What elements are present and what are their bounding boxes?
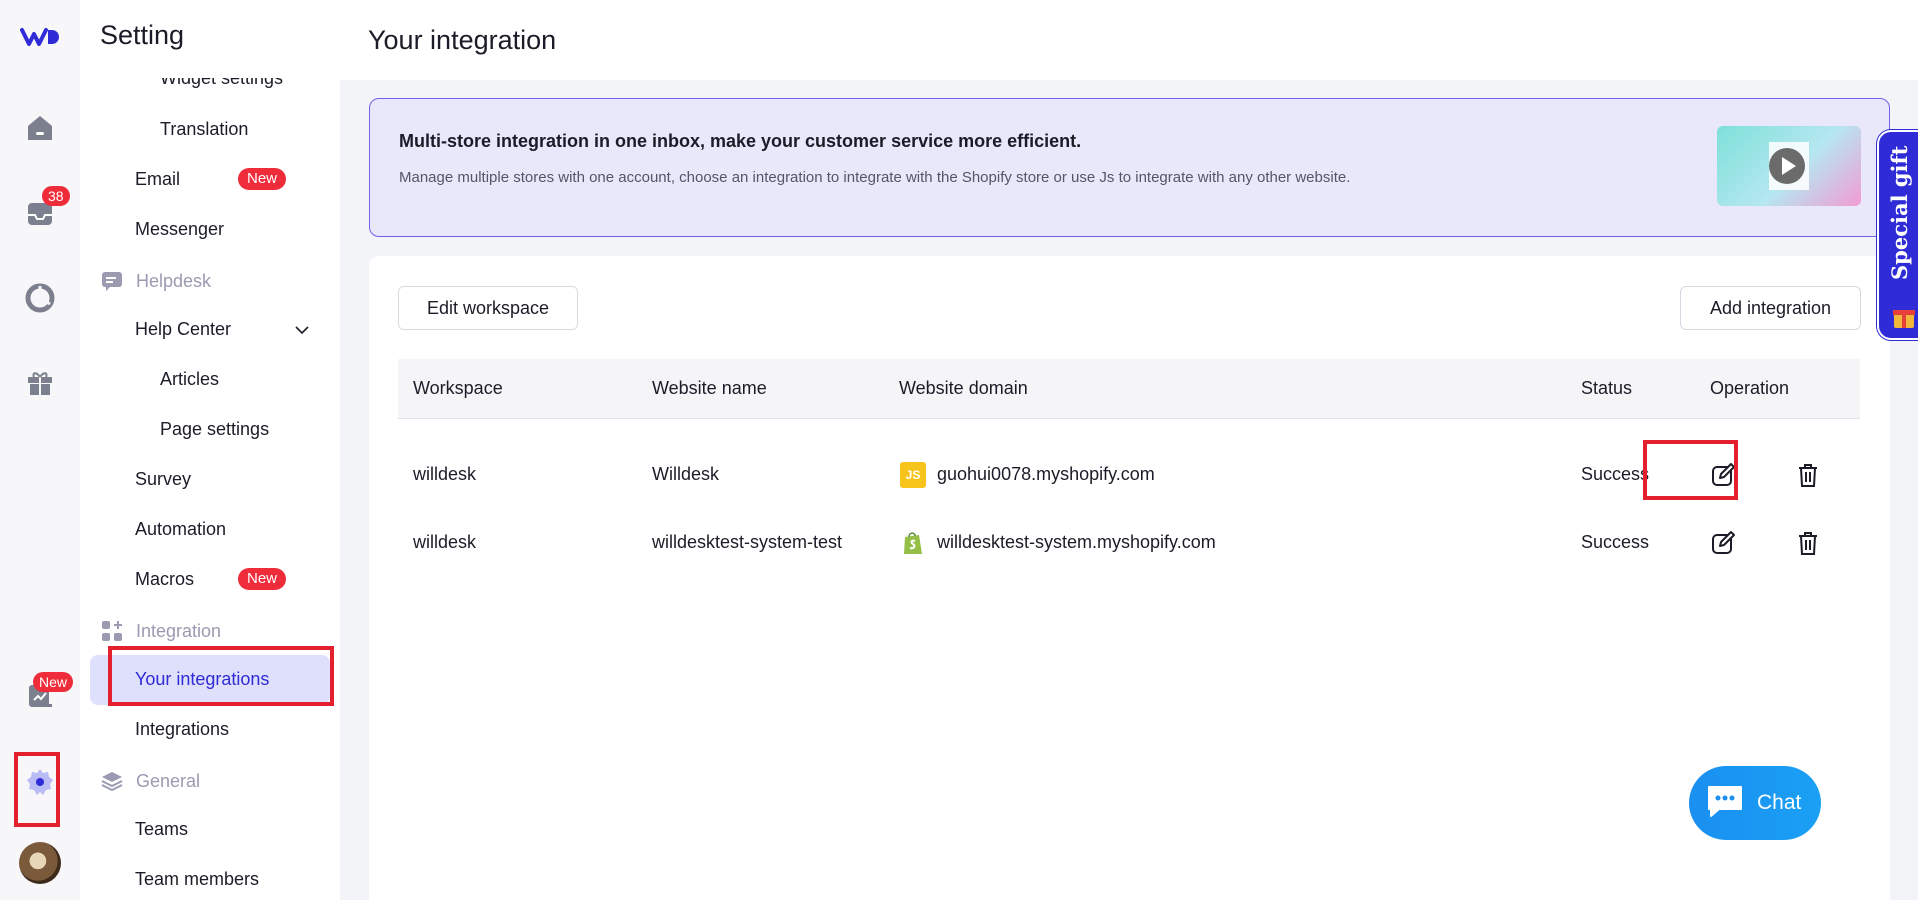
edit-workspace-button[interactable]: Edit workspace [398, 286, 578, 330]
cell-workspace: willdesk [413, 532, 477, 552]
sidebar-item-team-members[interactable]: Team members [135, 869, 259, 890]
header-website-name: Website name [652, 378, 767, 398]
video-thumbnail[interactable] [1717, 126, 1861, 206]
sidebar-title: Setting [100, 20, 185, 50]
your-integrations-highlight [108, 646, 334, 706]
delete-icon[interactable] [1795, 530, 1821, 556]
banner-title: Multi-store integration in one inbox, ma… [399, 131, 1082, 151]
gift-icon[interactable] [20, 363, 60, 403]
sidebar-item-widget-settings[interactable]: Widget settings [160, 78, 283, 89]
shopify-icon [904, 532, 922, 554]
table-row: willdesk willdesktest-system-test willde… [398, 511, 1860, 579]
chevron-down-icon[interactable] [294, 322, 310, 338]
sidebar-item-translation[interactable]: Translation [160, 119, 248, 140]
sidebar-item-survey[interactable]: Survey [135, 469, 191, 490]
sidebar-item-page-settings[interactable]: Page settings [160, 419, 269, 440]
section-helpdesk-label: Helpdesk [136, 270, 212, 291]
chat-label: Chat [1757, 791, 1802, 814]
sidebar-item-articles[interactable]: Articles [160, 369, 219, 390]
header-operation: Operation [1710, 378, 1790, 398]
sidebar-item-messenger[interactable]: Messenger [135, 219, 224, 240]
edit-icon[interactable] [1710, 530, 1736, 556]
cell-workspace: willdesk [413, 464, 477, 484]
chat-widget-button[interactable]: Chat [1689, 766, 1821, 840]
settings-highlight [14, 752, 60, 827]
promo-banner: Multi-store integration in one inbox, ma… [369, 98, 1890, 237]
header-workspace: Workspace [413, 378, 503, 398]
play-icon[interactable] [1769, 148, 1805, 184]
cell-status: Success [1581, 464, 1650, 484]
cell-website-domain: willdesktest-system.myshopify.com [937, 532, 1216, 552]
integration-icon [102, 621, 122, 641]
banner-description: Manage multiple stores with one account,… [399, 169, 1351, 186]
delete-icon[interactable] [1795, 462, 1821, 488]
table-row: willdesk Willdesk JS guohui0078.myshopif… [398, 443, 1860, 511]
cell-status: Success [1581, 532, 1650, 552]
top-bar: Your integration [340, 0, 1918, 80]
avatar[interactable] [19, 842, 61, 884]
sidebar-item-integrations[interactable]: Integrations [135, 719, 229, 740]
special-gift-tab[interactable]: Special gift [1877, 130, 1918, 340]
cell-website-name: willdesktest-system-test [652, 532, 843, 552]
sidebar-item-email[interactable]: Email [135, 169, 180, 190]
email-new-badge: New [238, 168, 287, 190]
section-general: General [100, 769, 200, 793]
js-icon: JS [900, 462, 926, 488]
section-helpdesk: Helpdesk [100, 269, 211, 293]
layers-icon [101, 772, 123, 792]
header-website-domain: Website domain [899, 378, 1028, 398]
willdesk-logo-icon[interactable] [20, 16, 60, 56]
helpdesk-icon [102, 272, 122, 291]
page-title: Your integration [368, 25, 557, 55]
sidebar-item-automation[interactable]: Automation [135, 519, 226, 540]
section-integration: Integration [100, 619, 221, 643]
icon-rail: 38 New [0, 0, 80, 900]
special-gift-label: Special gift [1887, 145, 1912, 280]
table-header: Workspace Website name Website domain St… [398, 359, 1860, 419]
edit-highlight [1643, 440, 1738, 500]
macros-new-badge: New [238, 568, 287, 590]
settings-sidebar: Setting Widget settings Translation Emai… [80, 0, 340, 900]
analytics-icon[interactable] [20, 278, 60, 318]
header-status: Status [1581, 378, 1633, 398]
cell-website-name: Willdesk [652, 464, 720, 484]
sidebar-item-help-center[interactable]: Help Center [135, 319, 231, 340]
chat-bubble-icon [1708, 786, 1742, 817]
main-content: Your integration Multi-store integration… [340, 0, 1918, 900]
section-integration-label: Integration [136, 620, 222, 641]
sidebar-item-macros[interactable]: Macros [135, 569, 194, 590]
add-integration-button[interactable]: Add integration [1680, 286, 1861, 330]
cell-website-domain: guohui0078.myshopify.com [937, 464, 1155, 484]
gift-box-icon [1893, 310, 1915, 328]
section-general-label: General [136, 770, 201, 791]
integration-card: Edit workspace Add integration Workspace… [369, 256, 1890, 900]
home-icon[interactable] [20, 108, 60, 148]
reports-new-badge: New [33, 672, 74, 692]
sidebar-item-teams[interactable]: Teams [135, 819, 188, 840]
inbox-count-badge: 38 [42, 186, 70, 206]
